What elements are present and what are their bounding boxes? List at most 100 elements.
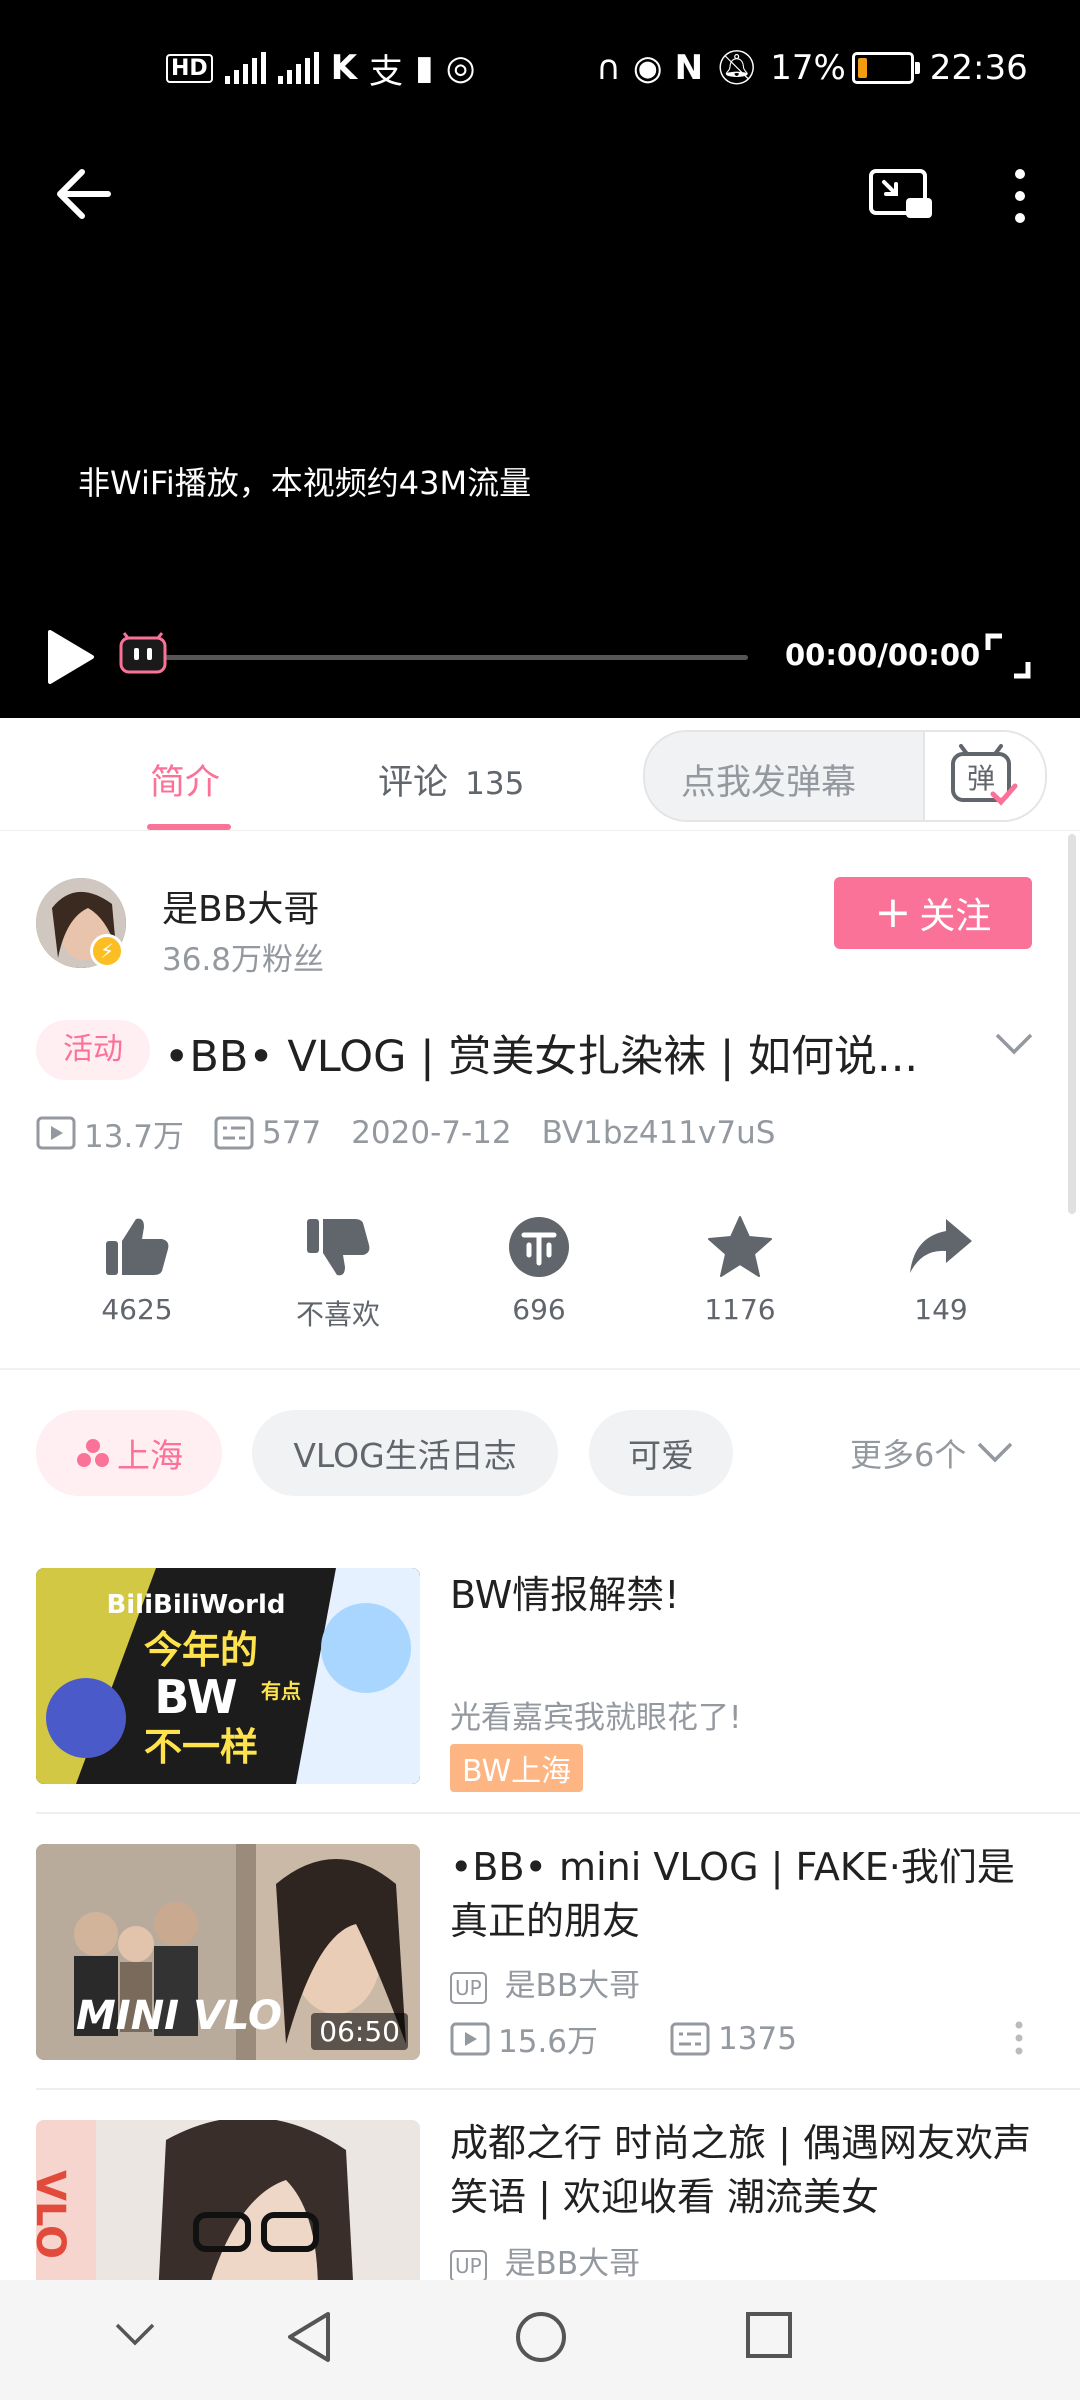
tag-vlog[interactable]: VLOG生活日志 xyxy=(252,1410,558,1496)
video-thumbnail[interactable]: MINI VLO 06:50 xyxy=(36,1844,420,2060)
recommendation-item[interactable]: MINI VLO 06:50 •BB• mini VLOG | FAKE·我们是… xyxy=(0,1844,1080,2120)
status-time: 22:36 xyxy=(929,48,1028,88)
video-thumbnail[interactable]: BiliBiliWorld 今年的 BW 有点 不一样 xyxy=(36,1568,420,1784)
chevron-down-icon xyxy=(978,1442,1013,1463)
play-icon[interactable] xyxy=(44,628,96,686)
tab-intro[interactable]: 简介 xyxy=(150,754,220,805)
thumb-headline-3: 有点 xyxy=(261,1679,301,1703)
danmaku-count-icon xyxy=(670,2022,710,2055)
danmaku-toggle-button[interactable]: 弹 xyxy=(923,732,1045,820)
progress-track[interactable] xyxy=(148,655,748,660)
recommendation-subtitle: 光看嘉宾我就眼花了! xyxy=(450,1700,742,1736)
video-duration: 06:50 xyxy=(311,2013,408,2050)
coin-button[interactable]: 696 xyxy=(469,1215,609,1326)
tag-cute[interactable]: 可爱 xyxy=(589,1410,733,1496)
sim-alert-icon: ▮ xyxy=(415,48,434,88)
uploader-fans: 36.8万粉丝 xyxy=(162,942,325,978)
eye-comfort-icon: ◉ xyxy=(632,48,663,88)
up-badge: UP xyxy=(450,2249,487,2280)
nav-recents-icon[interactable] xyxy=(744,2310,794,2360)
alipay-icon: 支 xyxy=(369,51,404,92)
recommendation-title: BW情报解禁! xyxy=(450,1573,680,1617)
recommendation-item[interactable]: BiliBiliWorld 今年的 BW 有点 不一样 BW情报解禁! 光看嘉宾… xyxy=(0,1568,1080,1844)
danmaku-count-icon xyxy=(214,1116,254,1150)
scrollbar[interactable] xyxy=(1068,834,1076,1214)
uploader-name[interactable]: 是BB大哥 xyxy=(162,880,319,932)
hotspot-icon: ◎ xyxy=(445,48,476,88)
tab-comments-label: 评论 xyxy=(378,763,449,803)
uploader-name: 是BB大哥 xyxy=(504,1968,641,2004)
status-bar-right: ∩ ◉ N 🔕︎ 17% 22:36 xyxy=(590,40,1028,96)
battery-fill xyxy=(857,58,867,78)
danmaku-icon-label: 弹 xyxy=(967,762,995,795)
tags-more-button[interactable]: 更多6个 xyxy=(850,1430,1014,1476)
back-arrow-icon[interactable] xyxy=(56,168,112,220)
system-nav-bar xyxy=(0,2280,1080,2400)
video-thumbnail[interactable]: VLO xyxy=(36,2120,420,2280)
screen-cast-icon[interactable] xyxy=(868,168,934,222)
share-button[interactable]: 149 xyxy=(871,1215,1011,1326)
vlog-portrait-illustration: VLO xyxy=(36,2120,420,2280)
thumb-headline-4: 不一样 xyxy=(144,1725,258,1769)
dislike-button[interactable]: 不喜欢 xyxy=(268,1215,408,1333)
tab-bar: 简介 评论 135 点我发弹幕 弹 xyxy=(0,718,1080,831)
verified-badge-icon: ⚡︎ xyxy=(90,934,124,968)
video-player[interactable]: HD K 支 ▮ ◎ ∩ ◉ N 🔕︎ 17% 22:36 非WiFi播放，本视… xyxy=(0,0,1080,718)
section-divider xyxy=(0,1368,1080,1370)
recommendation-stats: 15.6万 1375 xyxy=(450,2016,797,2061)
nav-home-icon[interactable] xyxy=(514,2310,568,2364)
danmaku-icon: 弹 xyxy=(951,744,1018,806)
nav-back-icon[interactable] xyxy=(284,2310,334,2364)
publish-date: 2020-7-12 xyxy=(351,1115,512,1151)
danmaku-input[interactable]: 点我发弹幕 弹 xyxy=(643,730,1047,822)
view-count-value: 15.6万 xyxy=(498,2024,599,2060)
tab-comments[interactable]: 评论 135 xyxy=(378,754,524,805)
hd-icon: HD xyxy=(166,53,213,83)
danmaku-count-value: 577 xyxy=(262,1115,322,1151)
recommendation-uploader[interactable]: UP 是BB大哥 xyxy=(450,1960,640,2005)
video-meta: 13.7万 577 2020-7-12 BV1bz411v7uS xyxy=(36,1110,805,1156)
status-bar-left: HD K 支 ▮ ◎ xyxy=(160,40,481,96)
mute-icon: 🔕︎ xyxy=(715,48,759,88)
favorite-button[interactable]: 1176 xyxy=(670,1215,810,1326)
app-k-icon: K xyxy=(330,48,358,88)
coin-count: 696 xyxy=(512,1293,566,1326)
danmaku-count-value: 1375 xyxy=(718,2020,797,2057)
event-badge: BW上海 xyxy=(450,1744,584,1792)
dislike-label: 不喜欢 xyxy=(295,1298,380,1331)
location-dots-icon xyxy=(77,1439,109,1467)
4g-signal-icon xyxy=(277,52,319,84)
share-arrow-icon xyxy=(910,1219,972,1273)
up-badge: UP xyxy=(450,1971,487,2004)
view-count-value: 13.7万 xyxy=(84,1118,185,1155)
tag-location-label: 上海 xyxy=(117,1436,183,1475)
recommendation-item[interactable]: VLO 成都之行 时尚之旅 | 偶遇网友欢声笑语 | 欢迎收看 潮流美女 UP … xyxy=(0,2120,1080,2280)
progress-thumb-icon[interactable] xyxy=(118,632,168,676)
recommendation-uploader[interactable]: UP 是BB大哥 xyxy=(450,2238,640,2280)
tab-comments-count: 135 xyxy=(465,766,525,802)
bw-promo-illustration: BiliBiliWorld 今年的 BW 有点 不一样 xyxy=(36,1568,420,1784)
like-button[interactable]: 4625 xyxy=(67,1215,207,1326)
share-count: 149 xyxy=(914,1293,968,1326)
thumbs-up-icon xyxy=(106,1218,169,1275)
bvid: BV1bz411v7uS xyxy=(541,1115,776,1151)
activity-tag[interactable]: 活动 xyxy=(36,1020,150,1080)
uploader-name: 是BB大哥 xyxy=(504,2246,641,2280)
danmaku-count: 577 xyxy=(214,1115,321,1151)
chevron-down-icon[interactable] xyxy=(994,1032,1034,1056)
battery-icon xyxy=(851,52,920,84)
follow-button[interactable]: + 关注 xyxy=(834,877,1032,949)
favorite-count: 1176 xyxy=(704,1293,776,1326)
4g-signal-icon xyxy=(224,52,266,84)
more-vertical-icon[interactable] xyxy=(1008,166,1032,226)
thumbs-down-icon xyxy=(307,1219,370,1276)
nav-hide-chevron-icon[interactable] xyxy=(114,2322,156,2348)
headset-icon: ∩ xyxy=(596,48,621,88)
data-usage-notice: 非WiFi播放，本视频约43M流量 xyxy=(78,464,532,502)
tag-location[interactable]: 上海 xyxy=(36,1410,222,1496)
list-divider xyxy=(36,2088,1080,2090)
more-vertical-icon[interactable] xyxy=(1012,2020,1026,2056)
fullscreen-icon[interactable] xyxy=(984,632,1032,680)
recommendation-title: 成都之行 时尚之旅 | 偶遇网友欢声笑语 | 欢迎收看 潮流美女 xyxy=(450,2121,1032,2219)
list-divider xyxy=(36,1812,1080,1814)
